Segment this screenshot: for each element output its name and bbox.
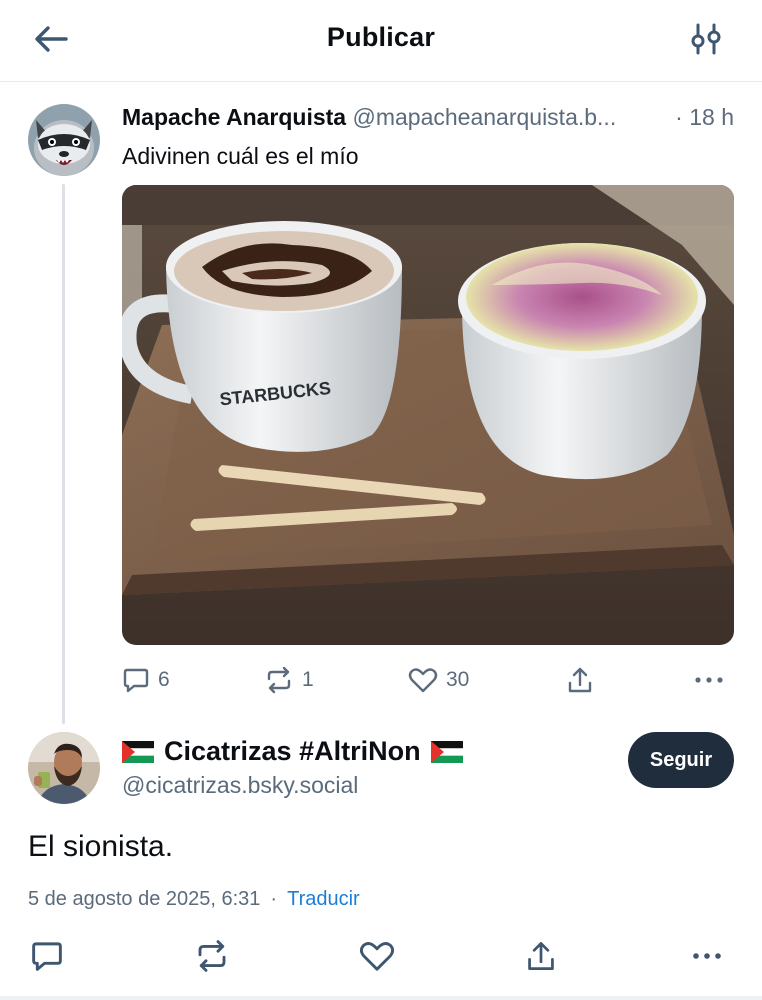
post-text: El sionista. xyxy=(28,830,174,863)
avatar[interactable] xyxy=(28,732,100,804)
comment-icon xyxy=(123,668,149,693)
comment-icon xyxy=(32,942,62,971)
repost-count: 1 xyxy=(302,668,314,691)
post-actions xyxy=(0,936,762,976)
author-name[interactable]: Mapache Anarquista xyxy=(122,104,346,130)
thread-connector xyxy=(62,184,65,724)
post-header: Mapache Anarquista @mapacheanarquista.b.… xyxy=(122,104,734,131)
more-options-button[interactable] xyxy=(690,936,724,976)
post-date: 5 de agosto de 2025, 6:31 xyxy=(28,888,261,910)
repost-icon xyxy=(198,940,226,972)
more-icon xyxy=(695,677,723,683)
share-icon xyxy=(528,942,554,970)
repost-button[interactable]: 1 xyxy=(264,664,314,696)
reply-button[interactable] xyxy=(30,936,64,976)
share-icon xyxy=(568,667,592,693)
meta-separator: · xyxy=(270,888,278,910)
more-options-button[interactable] xyxy=(694,664,724,696)
author-name: Cicatrizas #AltriNon xyxy=(164,736,421,766)
like-button[interactable] xyxy=(359,936,395,976)
share-button[interactable] xyxy=(566,664,594,696)
page-title: Publicar xyxy=(326,22,436,52)
reply-count: 6 xyxy=(158,668,170,691)
post-meta: 5 de agosto de 2025, 6:31 · Traducir xyxy=(28,888,360,911)
top-bar: Publicar xyxy=(0,0,762,82)
like-button[interactable]: 30 xyxy=(408,664,469,696)
post-time[interactable]: · 18 h xyxy=(669,104,734,131)
post-text: Adivinen cuál es el mío xyxy=(122,143,359,169)
follow-button[interactable]: Seguir xyxy=(628,732,734,788)
post-image[interactable]: STARBUCKS xyxy=(122,185,734,645)
author-handle[interactable]: @cicatrizas.bsky.social xyxy=(122,772,358,799)
like-count: 30 xyxy=(446,668,470,691)
time-value: 18 h xyxy=(689,104,734,130)
heart-icon xyxy=(408,668,438,693)
more-icon xyxy=(693,953,721,959)
thread-settings-button[interactable] xyxy=(686,20,726,58)
sliders-icon xyxy=(691,23,721,55)
share-button[interactable] xyxy=(525,936,557,976)
author-handle[interactable]: @mapacheanarquista.b... xyxy=(352,104,616,130)
repost-icon xyxy=(267,666,291,694)
divider xyxy=(0,996,762,1000)
time-separator: · xyxy=(675,104,683,130)
avatar[interactable] xyxy=(28,104,100,176)
author-display-name[interactable]: Cicatrizas #AltriNon xyxy=(122,736,473,767)
translate-link[interactable]: Traducir xyxy=(287,888,360,910)
post-actions: 6 1 30 xyxy=(122,664,734,696)
palestine-flag-icon xyxy=(430,740,463,763)
palestine-flag-icon xyxy=(122,740,154,763)
reply-button[interactable]: 6 xyxy=(122,664,170,696)
repost-button[interactable] xyxy=(194,936,230,976)
heart-icon xyxy=(359,942,395,971)
